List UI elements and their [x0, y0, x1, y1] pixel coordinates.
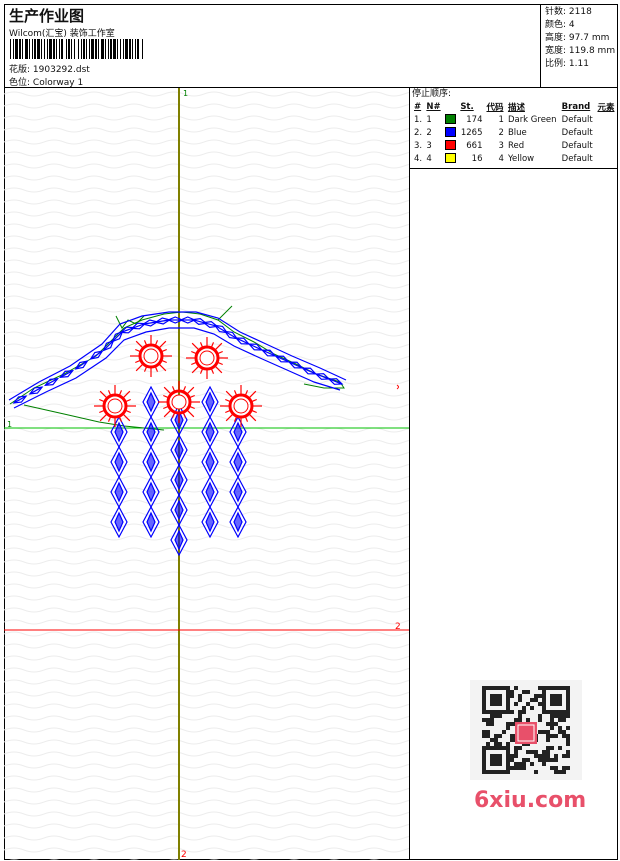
row-index: 1. [414, 114, 423, 125]
row-swatch [443, 126, 458, 139]
stat-width: 宽度: 119.8 mm [545, 46, 616, 56]
row-swatch [443, 113, 458, 126]
color-swatch [445, 153, 456, 164]
barcode-image [10, 39, 143, 59]
row-stitches: 174 [466, 114, 483, 125]
sunburst [186, 337, 228, 379]
color-row: 2. 2 1265 2 Blue Default [412, 126, 617, 139]
stat-colors: 颜色: 4 [545, 20, 575, 30]
colorway-value: Colorway 1 [32, 78, 84, 88]
design-value: 1903292.dst [32, 65, 90, 75]
stat-stitches: 针数: 2118 [545, 7, 592, 17]
design-label: 花版: [9, 65, 31, 75]
guide-label-top: 1 [183, 89, 188, 98]
row-code: 1 [498, 114, 504, 125]
row-n: 2 [426, 127, 432, 138]
row-brand: Default [561, 140, 593, 151]
stats-box: 针数: 2118 颜色: 4 高度: 97.7 mm 宽度: 119.8 mm … [540, 4, 618, 87]
color-row: 1. 1 174 1 Dark Green Default [412, 113, 617, 126]
row-code: 3 [498, 140, 504, 151]
col-description: 描述 [507, 102, 525, 113]
color-table-header: # N# St. 代码 描述 Brand 元素 [412, 100, 617, 113]
row-index: 3. [414, 140, 423, 151]
guide-label-bottom: 2 [181, 850, 187, 860]
row-n: 4 [426, 153, 432, 164]
row-index: 2. [414, 127, 423, 138]
sheet-title: 生产作业图 [9, 7, 85, 25]
stop-sequence-title: 停止顺序: [412, 89, 452, 99]
company-name: Wilcom(汇宝) 装饰工作室 [9, 29, 115, 39]
sunburst [220, 385, 262, 427]
col-stitches: St. [460, 101, 474, 112]
row-description: Yellow [507, 153, 535, 164]
color-swatch [445, 127, 456, 138]
color-swatch [445, 140, 456, 151]
row-element [595, 113, 617, 126]
col-index: # [414, 101, 422, 112]
design-line: 花版: 1903292.dst [9, 62, 90, 75]
row-element [595, 126, 617, 139]
row-n: 3 [426, 140, 432, 151]
watermark-text: 6xiu.com [474, 788, 587, 813]
row-stitches: 661 [466, 140, 483, 151]
stat-scale: 比例: 1.11 [545, 59, 589, 69]
col-n: N# [426, 101, 441, 112]
row-description: Red [507, 140, 525, 151]
row-code: 4 [498, 153, 504, 164]
col-element: 元素 [597, 102, 615, 113]
colorway-label: 色位: [9, 78, 31, 88]
guide-label-green: 1 [7, 420, 12, 429]
row-description: Dark Green [507, 114, 557, 125]
row-brand: Default [561, 114, 593, 125]
row-stitches: 16 [471, 153, 483, 164]
row-element [595, 139, 617, 152]
col-swatch [443, 100, 458, 113]
color-table: # N# St. 代码 描述 Brand 元素 1. 1 174 1 Dark Gree… [412, 100, 617, 165]
col-brand: Brand [561, 101, 591, 112]
colorway-line: 色位: Colorway 1 [9, 75, 83, 88]
color-row: 4. 4 16 4 Yellow Default [412, 152, 617, 165]
row-n: 1 [426, 114, 432, 125]
sheet-header: 生产作业图 Wilcom(汇宝) 装饰工作室 花版: 1903292.dst 色… [4, 4, 618, 88]
row-swatch [443, 152, 458, 165]
color-row: 3. 3 661 3 Red Default [412, 139, 617, 152]
sunburst [130, 335, 172, 377]
stop-sequence-box: 停止顺序: # N# St. 代码 描述 Brand 元素 1. 1 174 1 Dar… [410, 88, 618, 169]
design-canvas: 1 2 1 2 [4, 88, 409, 860]
row-element [595, 152, 617, 165]
stat-height: 高度: 97.7 mm [545, 33, 610, 43]
sunburst [94, 385, 136, 427]
qr-code-image [470, 680, 582, 780]
row-description: Blue [507, 127, 527, 138]
guide-label-red: 2 [395, 622, 401, 632]
row-brand: Default [561, 153, 593, 164]
col-code: 代码 [486, 102, 504, 113]
row-code: 2 [498, 127, 504, 138]
row-index: 4. [414, 153, 423, 164]
row-brand: Default [561, 127, 593, 138]
sunburst [158, 381, 200, 423]
row-stitches: 1265 [460, 127, 483, 138]
color-swatch [445, 114, 456, 125]
row-swatch [443, 139, 458, 152]
